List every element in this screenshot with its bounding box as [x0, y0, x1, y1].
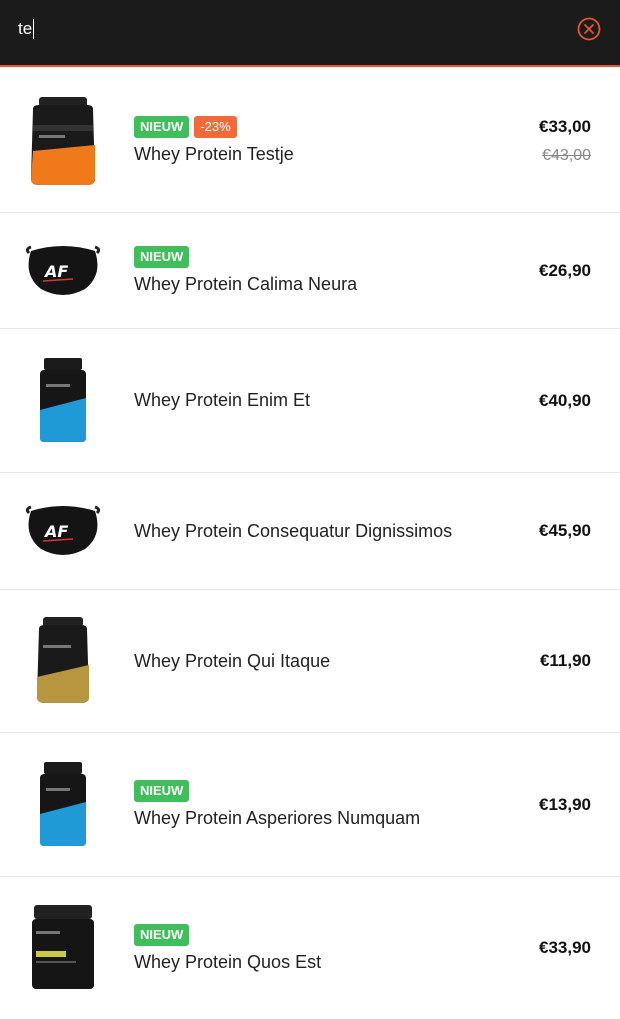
supplement-bottle-image — [40, 761, 86, 846]
new-badge: NIEUW — [134, 246, 190, 268]
product-name: Whey Protein Quos Est — [134, 951, 322, 972]
close-circle-icon[interactable] — [576, 16, 602, 42]
face-mask-image: AF — [25, 245, 101, 295]
product-old-price: €43,00 — [542, 146, 591, 164]
product-thumbnail — [20, 69, 106, 212]
protein-tub-image — [31, 96, 95, 185]
search-input[interactable] — [18, 14, 538, 44]
product-name: Whey Protein Testje — [134, 144, 294, 164]
discount-badge: -23% — [194, 116, 237, 138]
product-thumbnail — [20, 590, 106, 732]
product-name: Whey Protein Enim Et — [134, 390, 311, 410]
product-thumbnail: AF — [20, 213, 106, 328]
svg-text:AF: AF — [43, 262, 68, 281]
product-row[interactable]: Whey Protein Qui Itaque €11,90 — [0, 590, 620, 733]
search-bar — [0, 0, 620, 67]
product-thumbnail — [20, 733, 106, 876]
product-price: €40,90 — [539, 390, 591, 410]
product-row[interactable]: AF Whey Protein Consequatur Dignissimos … — [0, 473, 620, 590]
protein-tub-image — [32, 905, 94, 989]
product-name: Whey Protein Calima Neura — [134, 274, 358, 294]
product-price: €13,90 — [539, 794, 591, 814]
product-row[interactable]: NIEUW Whey Protein Asperiores Numquam €1… — [0, 733, 620, 877]
product-thumbnail: AF — [20, 473, 106, 589]
product-name: Whey Protein Asperiores Numquam — [134, 808, 421, 828]
product-name: Whey Protein Qui Itaque — [134, 650, 331, 671]
protein-tub-image — [37, 617, 89, 703]
supplement-bottle-image — [40, 357, 86, 442]
product-price: €33,00 — [539, 116, 591, 136]
svg-text:AF: AF — [43, 522, 68, 541]
product-thumbnail — [20, 877, 106, 1019]
product-thumbnail — [20, 329, 106, 472]
product-results-list: NIEUW -23% Whey Protein Testje €33,00 €4… — [0, 69, 620, 1019]
text-caret — [33, 19, 34, 39]
product-row[interactable]: Whey Protein Enim Et €40,90 — [0, 329, 620, 473]
new-badge: NIEUW — [134, 923, 190, 946]
product-price: €11,90 — [539, 651, 591, 670]
product-row[interactable]: NIEUW -23% Whey Protein Testje €33,00 €4… — [0, 69, 620, 213]
product-price: €33,90 — [539, 938, 591, 957]
product-price: €26,90 — [539, 260, 591, 280]
product-price: €45,90 — [539, 521, 591, 540]
product-row[interactable]: NIEUW Whey Protein Quos Est €33,90 — [0, 877, 620, 1019]
new-badge: NIEUW — [134, 116, 190, 138]
product-name: Whey Protein Consequatur Dignissimos — [134, 520, 453, 541]
new-badge: NIEUW — [134, 780, 190, 802]
face-mask-image: AF — [25, 505, 101, 555]
product-row[interactable]: AF NIEUW Whey Protein Calima Neura €26,9… — [0, 213, 620, 329]
